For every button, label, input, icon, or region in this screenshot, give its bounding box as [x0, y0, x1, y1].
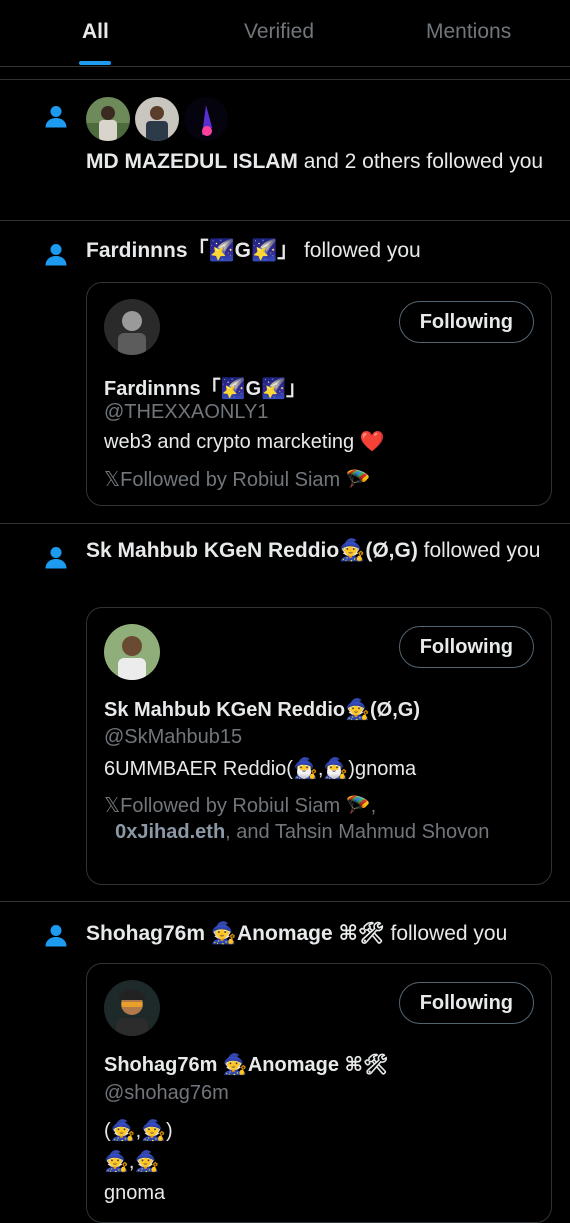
avatar[interactable]: [86, 97, 130, 141]
user-handle[interactable]: @THEXXAONLY1: [104, 401, 268, 424]
tab-verified[interactable]: Verified: [244, 20, 314, 44]
avatar[interactable]: [104, 299, 160, 355]
following-button[interactable]: Following: [398, 626, 534, 668]
active-tab-indicator: [79, 61, 111, 65]
notification-item[interactable]: MD MAZEDUL ISLAM and 2 others followed y…: [0, 80, 570, 220]
notification-text: MD MAZEDUL ISLAM and 2 others followed y…: [86, 147, 546, 177]
divider: [0, 66, 570, 67]
tab-mentions[interactable]: Mentions: [426, 20, 511, 44]
avatar[interactable]: [184, 97, 228, 141]
followed-by: 𝕏Followed by Robiul Siam 🪂: [104, 469, 371, 491]
actor-name[interactable]: MD MAZEDUL ISLAM: [86, 150, 298, 173]
notification-item[interactable]: Sk Mahbub KGeN Reddio🧙(Ø,G) followed you…: [0, 524, 570, 901]
followed-by-bold[interactable]: 0xJihad.eth: [115, 821, 225, 843]
following-button[interactable]: Following: [398, 301, 534, 343]
tab-bar: All Verified Mentions: [0, 0, 570, 66]
user-card[interactable]: Following Sk Mahbub KGeN Reddio🧙(Ø,G) @S…: [86, 607, 552, 885]
user-bio-line: (🧙,🧙): [104, 1120, 173, 1142]
followed-by-suffix: , and Tahsin Mahmud Shovon: [225, 821, 490, 843]
notification-item[interactable]: Shohag76m 🧙Anomage ⌘🛠 followed you Follo…: [0, 902, 570, 1223]
tab-all[interactable]: All: [82, 20, 109, 44]
notification-item[interactable]: Fardinnns「🌠G🌠」 followed you Following Fa…: [0, 221, 570, 523]
user-bio: 6UMMBAER Reddio(🧙‍♂️,🧙‍♂️)gnoma: [104, 758, 417, 780]
user-bio-line: gnoma: [104, 1182, 166, 1204]
actor-name[interactable]: Sk Mahbub KGeN Reddio🧙(Ø,G): [86, 539, 418, 562]
notification-rest: and 2 others followed you: [297, 150, 544, 173]
followed-by-prefix: 𝕏Followed by Robiul Siam 🪂,: [104, 795, 377, 817]
followed-by: 𝕏Followed by Robiul Siam 🪂, 0xJihad.eth,…: [104, 793, 524, 845]
person-icon: [45, 106, 67, 128]
person-icon: [45, 547, 67, 569]
user-bio-line: 🧙,🧙: [104, 1151, 160, 1173]
avatar[interactable]: [104, 624, 160, 680]
person-icon: [45, 925, 67, 947]
notification-rest: followed you: [417, 539, 541, 562]
following-button[interactable]: Following: [398, 982, 534, 1024]
user-bio: web3 and crypto marcketing ❤️: [104, 431, 385, 453]
user-card[interactable]: Following Fardinnns「🌠G🌠」 @THEXXAONLY1 we…: [86, 282, 552, 506]
actor-name[interactable]: Shohag76m 🧙Anomage ⌘🛠: [86, 922, 385, 945]
user-name[interactable]: Shohag76m 🧙Anomage ⌘🛠: [104, 1052, 388, 1077]
user-handle[interactable]: @SkMahbub15: [104, 726, 242, 749]
notification-text: Shohag76m 🧙Anomage ⌘🛠 followed you: [86, 919, 556, 949]
user-handle[interactable]: @shohag76m: [104, 1082, 229, 1105]
avatar[interactable]: [135, 97, 179, 141]
actor-name[interactable]: Fardinnns「🌠G🌠」: [86, 239, 298, 262]
notification-rest: followed you: [298, 239, 421, 262]
person-icon: [45, 244, 67, 266]
notification-rest: followed you: [384, 922, 508, 945]
user-card[interactable]: Following Shohag76m 🧙Anomage ⌘🛠 @shohag7…: [86, 963, 552, 1223]
notification-text: Sk Mahbub KGeN Reddio🧙(Ø,G) followed you: [86, 536, 546, 566]
notification-text: Fardinnns「🌠G🌠」 followed you: [86, 236, 556, 266]
avatar[interactable]: [104, 980, 160, 1036]
user-name[interactable]: Sk Mahbub KGeN Reddio🧙(Ø,G): [104, 697, 420, 722]
user-name[interactable]: Fardinnns「🌠G🌠」: [104, 372, 306, 401]
